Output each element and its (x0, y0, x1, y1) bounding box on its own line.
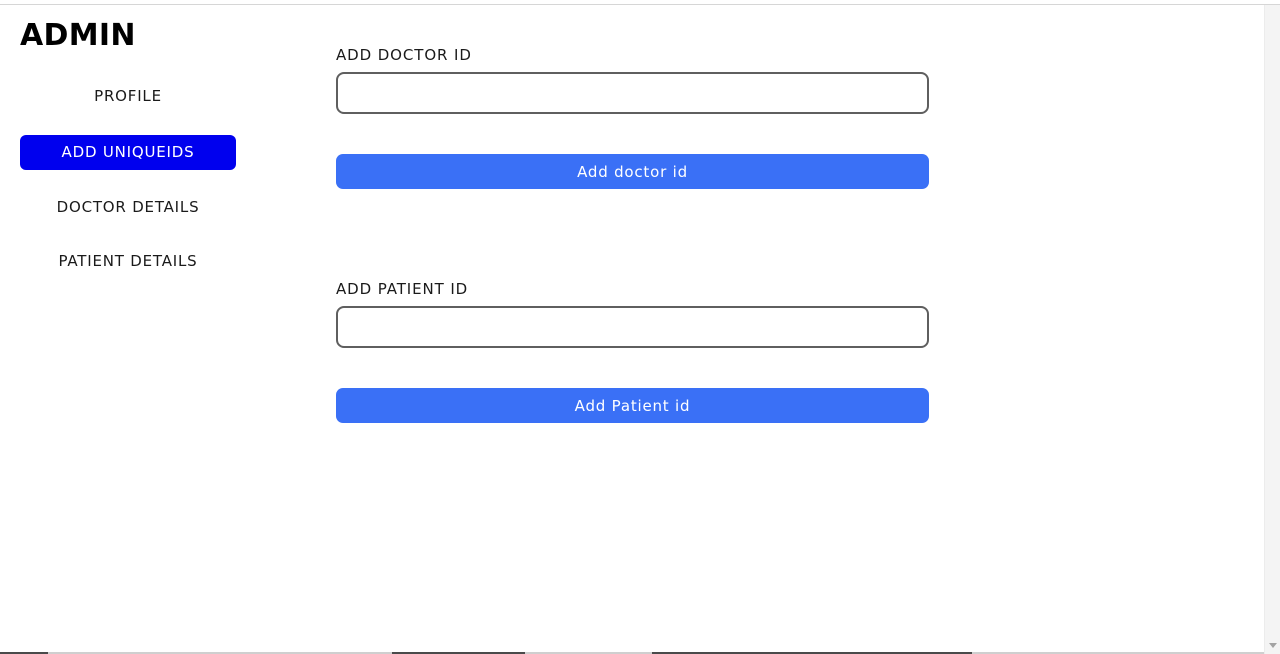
sidebar-item-profile[interactable]: PROFILE (20, 79, 236, 114)
sidebar-item-add-uniqueids[interactable]: ADD UNIQUEIDS (20, 135, 236, 170)
main-content: ADD DOCTOR ID Add doctor id ADD PATIENT … (336, 0, 929, 654)
sidebar-item-patient-details[interactable]: PATIENT DETAILS (20, 244, 236, 279)
doctor-id-label: ADD DOCTOR ID (336, 46, 472, 64)
sidebar-item-doctor-details[interactable]: DOCTOR DETAILS (20, 190, 236, 225)
sidebar: ADMIN PROFILE ADD UNIQUEIDS DOCTOR DETAI… (20, 0, 236, 654)
scroll-down-arrow-icon[interactable] (1269, 643, 1277, 648)
patient-id-input[interactable] (336, 306, 929, 348)
patient-id-label: ADD PATIENT ID (336, 280, 469, 298)
page: ADMIN PROFILE ADD UNIQUEIDS DOCTOR DETAI… (0, 0, 1280, 654)
add-doctor-id-button[interactable]: Add doctor id (336, 154, 929, 189)
vertical-scrollbar[interactable] (1264, 5, 1280, 654)
add-patient-id-button[interactable]: Add Patient id (336, 388, 929, 423)
brand-title: ADMIN (20, 18, 136, 53)
doctor-id-input[interactable] (336, 72, 929, 114)
